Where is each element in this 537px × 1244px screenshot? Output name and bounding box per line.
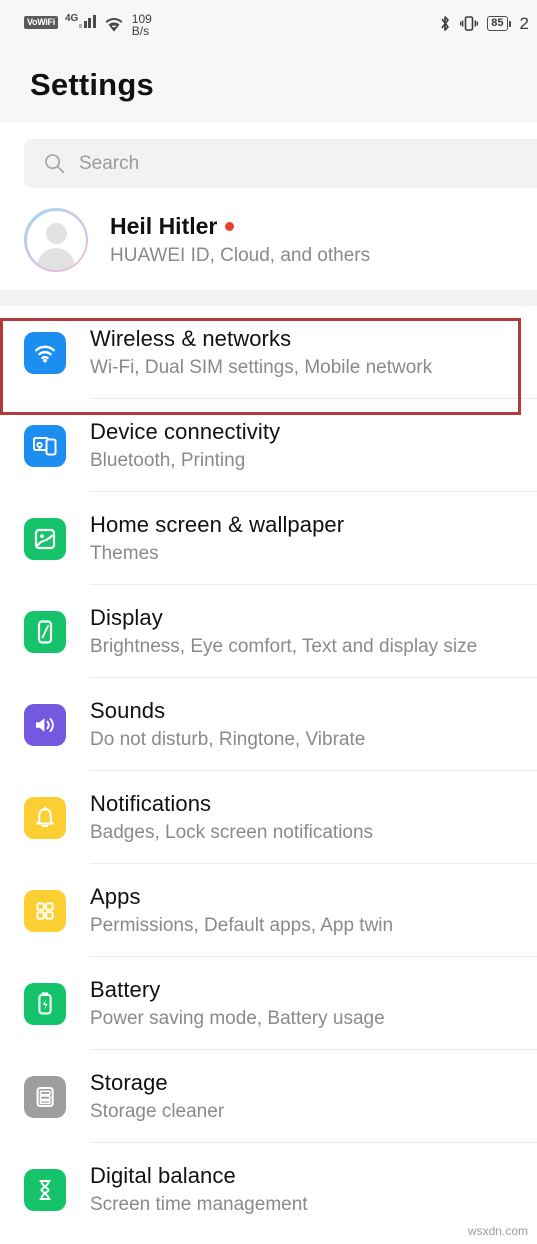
vibrate-icon: [460, 14, 479, 33]
search-placeholder: Search: [79, 152, 140, 174]
account-name: Heil Hitler: [110, 213, 218, 239]
settings-row-title: Device connectivity: [90, 419, 281, 444]
battery-percent: 85: [487, 16, 508, 31]
settings-row-text: Wireless & networks Wi-Fi, Dual SIM sett…: [90, 326, 537, 379]
account-name-row: Heil Hitler: [110, 213, 370, 240]
settings-row-text: Sounds Do not disturb, Ringtone, Vibrate: [90, 698, 537, 751]
section-separator: [0, 290, 537, 306]
settings-row-wireless-networks[interactable]: Wireless & networks Wi-Fi, Dual SIM sett…: [0, 306, 537, 399]
settings-row-device-connectivity[interactable]: Device connectivity Bluetooth, Printing: [0, 399, 537, 492]
settings-row-subtitle: Wi-Fi, Dual SIM settings, Mobile network: [90, 357, 433, 378]
person-avatar-icon: [26, 210, 86, 270]
settings-list: Wireless & networks Wi-Fi, Dual SIM sett…: [0, 306, 537, 1236]
status-bar-right: 85 2: [439, 14, 529, 34]
notification-dot: [225, 222, 235, 231]
settings-row-subtitle: Brightness, Eye comfort, Text and displa…: [90, 636, 478, 657]
avatar-body: [37, 247, 75, 270]
page-title: Settings: [30, 67, 154, 102]
settings-row-title: Wireless & networks: [90, 326, 292, 351]
bluetooth-icon: [439, 14, 451, 33]
clock: 2: [519, 13, 529, 33]
settings-row-subtitle: Permissions, Default apps, App twin: [90, 915, 394, 936]
watermark: wsxdn.com: [467, 1224, 528, 1238]
avatar: [24, 208, 88, 272]
settings-row-apps[interactable]: Apps Permissions, Default apps, App twin: [0, 864, 537, 957]
battery-icon: [24, 982, 66, 1025]
settings-row-subtitle: Do not disturb, Ringtone, Vibrate: [90, 729, 366, 750]
settings-row-home-screen-wallpaper[interactable]: Home screen & wallpaper Themes: [0, 492, 537, 585]
volte-icon: VoWiFi: [24, 15, 58, 29]
account-subtitle: HUAWEI ID, Cloud, and others: [110, 245, 371, 266]
settings-row-sounds[interactable]: Sounds Do not disturb, Ringtone, Vibrate: [0, 678, 537, 771]
settings-row-text: Device connectivity Bluetooth, Printing: [90, 419, 537, 472]
status-bar-left: VoWiFi 4G 109 B/s: [24, 11, 152, 37]
settings-row-digital-balance[interactable]: Digital balance Screen time management: [0, 1143, 537, 1236]
settings-row-text: Display Brightness, Eye comfort, Text an…: [90, 605, 537, 658]
grid-apps-icon: [24, 889, 66, 932]
wifi-icon: [103, 15, 125, 32]
settings-row-display[interactable]: Display Brightness, Eye comfort, Text an…: [0, 585, 537, 678]
search-zone: Search: [0, 123, 537, 202]
account-row[interactable]: Heil Hitler HUAWEI ID, Cloud, and others: [0, 202, 537, 290]
settings-row-text: Notifications Badges, Lock screen notifi…: [90, 791, 537, 844]
battery-tip: [508, 20, 511, 27]
settings-row-text: Home screen & wallpaper Themes: [90, 512, 537, 565]
settings-row-text: Battery Power saving mode, Battery usage: [90, 977, 537, 1030]
settings-row-subtitle: Screen time management: [90, 1194, 308, 1215]
network-type-label: 4G: [64, 12, 79, 24]
settings-row-title: Apps: [90, 884, 141, 909]
search-icon: [44, 153, 65, 174]
settings-row-text: Digital balance Screen time management: [90, 1163, 537, 1216]
settings-row-title: Home screen & wallpaper: [90, 512, 345, 537]
settings-row-title: Digital balance: [90, 1163, 236, 1188]
phone-display-icon: [24, 610, 66, 653]
search-input[interactable]: Search: [24, 139, 537, 188]
signal-bars-glyph: [79, 14, 96, 28]
battery-icon: 85: [487, 16, 511, 31]
settings-row-title: Sounds: [90, 698, 166, 723]
settings-row-subtitle: Badges, Lock screen notifications: [90, 822, 374, 843]
settings-row-storage[interactable]: Storage Storage cleaner: [0, 1050, 537, 1143]
settings-row-title: Battery: [90, 977, 161, 1002]
wifi-icon: [24, 331, 66, 374]
settings-row-subtitle: Bluetooth, Printing: [90, 450, 246, 471]
settings-row-notifications[interactable]: Notifications Badges, Lock screen notifi…: [0, 771, 537, 864]
settings-row-battery[interactable]: Battery Power saving mode, Battery usage: [0, 957, 537, 1050]
bell-icon: [24, 796, 66, 839]
account-text: Heil Hitler HUAWEI ID, Cloud, and others: [110, 213, 370, 267]
settings-row-title: Storage: [90, 1070, 168, 1095]
status-bar: VoWiFi 4G 109 B/s 85 2: [0, 0, 537, 47]
speaker-icon: [24, 703, 66, 746]
settings-row-text: Storage Storage cleaner: [90, 1070, 537, 1123]
page-title-bar: Settings: [0, 47, 537, 123]
signal-bars-icon: 4G: [64, 12, 96, 28]
settings-row-subtitle: Themes: [90, 543, 159, 564]
hourglass-icon: [24, 1168, 66, 1211]
avatar-head: [45, 222, 67, 244]
storage-icon: [24, 1075, 66, 1118]
settings-row-subtitle: Power saving mode, Battery usage: [90, 1008, 385, 1029]
settings-row-title: Display: [90, 605, 163, 630]
settings-screen: VoWiFi 4G 109 B/s 85 2 Settings Search H…: [0, 0, 537, 1244]
image-icon: [24, 517, 66, 560]
settings-row-title: Notifications: [90, 791, 212, 816]
settings-row-text: Apps Permissions, Default apps, App twin: [90, 884, 537, 937]
network-speed-unit: B/s: [131, 23, 150, 38]
settings-row-subtitle: Storage cleaner: [90, 1101, 225, 1122]
network-speed: 109 B/s: [132, 13, 152, 37]
device-connect-icon: [24, 424, 66, 467]
